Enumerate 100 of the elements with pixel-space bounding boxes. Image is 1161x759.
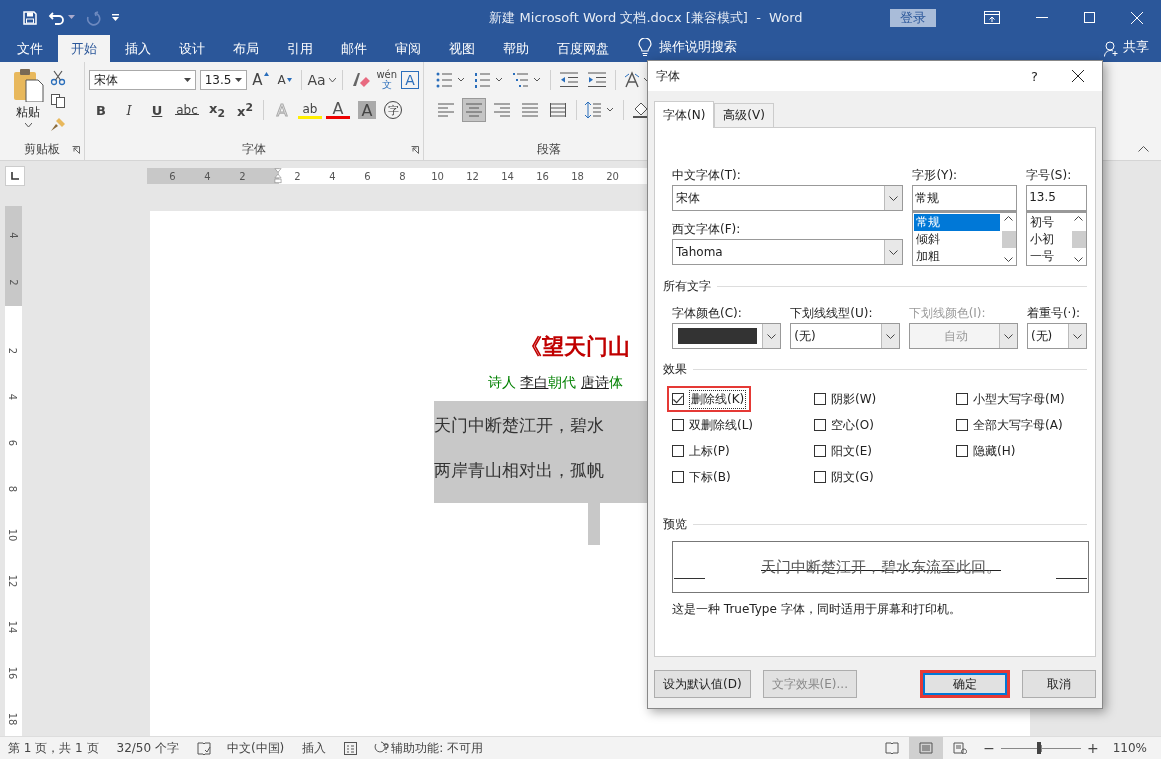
format-button[interactable]: B	[89, 99, 113, 121]
format-button[interactable]: x$_{2}$	[205, 99, 229, 121]
bullets-icon[interactable]	[436, 71, 466, 89]
zoom-slider-thumb[interactable]	[1037, 742, 1042, 754]
ribbon-tab[interactable]: 开始	[58, 35, 110, 62]
scissors-icon[interactable]	[50, 70, 66, 86]
caret-icon[interactable]	[68, 15, 75, 20]
page-count[interactable]: 第 1 页，共 1 页	[8, 739, 99, 757]
share-button[interactable]: 共享	[1123, 38, 1149, 56]
chevron-up-icon[interactable]	[1074, 216, 1083, 221]
lightbulb-icon[interactable]	[638, 38, 652, 57]
proofing-icon[interactable]	[196, 741, 211, 755]
numbering-icon[interactable]	[474, 71, 504, 89]
font-effect-button[interactable]: A	[358, 101, 376, 119]
maximize-icon[interactable]	[1084, 12, 1095, 23]
effect-checkbox[interactable]: 隐藏(H)	[951, 438, 1021, 464]
font-size-field[interactable]: 13.5	[1026, 185, 1087, 211]
copy-icon[interactable]	[50, 93, 66, 109]
western-font-dropdown[interactable]: Tahoma	[672, 239, 904, 265]
ribbon-tab[interactable]: 视图	[436, 35, 488, 62]
list-option[interactable]: 一号	[1028, 248, 1070, 265]
collapse-ribbon-icon[interactable]	[1138, 146, 1149, 152]
macro-icon[interactable]	[344, 741, 358, 755]
paste-button[interactable]: 粘贴	[12, 68, 44, 138]
shrink-font-button[interactable]: A	[274, 69, 295, 91]
grow-font-button[interactable]: A	[250, 69, 271, 91]
paintbrush-icon[interactable]	[50, 116, 66, 132]
indent-marker-icon[interactable]	[274, 168, 282, 184]
list-option[interactable]: 倾斜	[914, 231, 1001, 248]
ok-button[interactable]: 确定	[920, 670, 1010, 698]
ribbon-tab[interactable]: 插入	[112, 35, 164, 62]
chinese-font-dropdown[interactable]: 宋体	[672, 185, 904, 211]
dialog-tab[interactable]: 高级(V)	[714, 103, 774, 127]
vertical-ruler[interactable]: 4 2 2 4 6 8 10 12 14 16 18	[5, 206, 22, 736]
eraser-icon[interactable]	[350, 71, 371, 89]
cancel-button[interactable]: 取消	[1022, 670, 1096, 698]
dialog-launcher-icon[interactable]	[411, 146, 419, 154]
decrease-indent-icon[interactable]	[559, 72, 579, 88]
view-button[interactable]	[909, 737, 944, 759]
font-effect-button[interactable]: ab	[298, 101, 322, 119]
font-name-field[interactable]: 宋体	[89, 70, 196, 90]
effect-checkbox[interactable]: 阳文(E)	[809, 438, 877, 464]
line-spacing-icon[interactable]	[585, 101, 615, 119]
word-count[interactable]: 32/50 个字	[116, 739, 179, 757]
customize-icon[interactable]	[111, 13, 120, 22]
font-effect-button[interactable]: A	[326, 101, 350, 119]
ribbon-tab[interactable]: 帮助	[490, 35, 542, 62]
chevron-up-icon[interactable]	[1004, 216, 1014, 221]
login-button[interactable]: 登录	[890, 8, 936, 27]
change-case-button[interactable]: Aa	[307, 69, 336, 91]
list-option[interactable]: 加粗	[914, 248, 1001, 265]
close-icon[interactable]	[1072, 70, 1084, 82]
ribbon-tab[interactable]: 审阅	[382, 35, 434, 62]
zoom-slider[interactable]	[1000, 742, 1081, 754]
insert-mode-status[interactable]: 插入	[302, 739, 327, 757]
format-button[interactable]: U	[145, 99, 169, 121]
ribbon-display-icon[interactable]	[984, 11, 1000, 24]
effect-checkbox[interactable]: 阴影(W)	[809, 386, 882, 412]
effect-checkbox[interactable]: 双删除线(L)	[667, 412, 759, 438]
effect-checkbox[interactable]: 小型大写字母(M)	[951, 386, 1070, 412]
font-style-field[interactable]: 常规	[912, 185, 1018, 211]
multilevel-list-icon[interactable]	[512, 71, 542, 89]
format-button[interactable]: x$^{2}$	[233, 99, 257, 121]
undo-icon[interactable]	[48, 9, 66, 26]
effect-checkbox[interactable]: 删除线(K)	[667, 386, 752, 412]
zoom-in-button[interactable]: +	[1086, 740, 1099, 756]
format-button[interactable]: I	[117, 99, 141, 121]
font-size-field[interactable]: 13.5	[199, 70, 247, 90]
effect-checkbox[interactable]: 上标(P)	[667, 438, 735, 464]
ribbon-tab[interactable]: 文件	[4, 35, 56, 62]
set-default-button[interactable]: 设为默认值(D)	[654, 670, 751, 698]
character-border-button[interactable]: A	[401, 71, 419, 89]
effect-checkbox[interactable]: 阴文(G)	[809, 464, 879, 490]
effect-checkbox[interactable]: 全部大写字母(A)	[951, 412, 1068, 438]
effect-checkbox[interactable]: 下标(B)	[667, 464, 736, 490]
scrollbar[interactable]	[1071, 213, 1086, 265]
ribbon-tab[interactable]: 布局	[220, 35, 272, 62]
underline-style-dropdown[interactable]: (无)	[790, 323, 900, 349]
emphasis-dropdown[interactable]: (无)	[1026, 323, 1087, 349]
dialog-tab[interactable]: 字体(N)	[654, 101, 715, 128]
language-status[interactable]: 中文(中国)	[226, 739, 285, 757]
person-add-icon[interactable]	[1104, 41, 1119, 57]
chevron-down-icon[interactable]	[1004, 257, 1014, 262]
ribbon-tab[interactable]: 百度网盘	[544, 35, 622, 62]
accessibility-status[interactable]: 辅助功能: 不可用	[373, 739, 484, 757]
save-icon[interactable]	[22, 9, 38, 26]
list-option[interactable]: 初号	[1028, 214, 1070, 231]
effect-checkbox[interactable]: 空心(O)	[809, 412, 879, 438]
chevron-down-icon[interactable]	[1074, 257, 1083, 262]
phonetic-guide-button[interactable]: wén 文	[376, 69, 398, 91]
help-button[interactable]: ?	[1031, 68, 1038, 84]
tab-stop-button[interactable]	[5, 166, 25, 186]
list-option[interactable]: 常规	[914, 214, 1001, 231]
ribbon-tab[interactable]: 引用	[274, 35, 326, 62]
tell-me-search[interactable]: 操作说明搜索	[659, 38, 737, 56]
dialog-launcher-icon[interactable]	[72, 146, 80, 154]
ribbon-tab[interactable]: 邮件	[328, 35, 380, 62]
minimize-icon[interactable]	[1036, 16, 1048, 19]
scrollbar[interactable]	[1001, 213, 1017, 265]
list-option[interactable]: 小初	[1028, 231, 1070, 248]
